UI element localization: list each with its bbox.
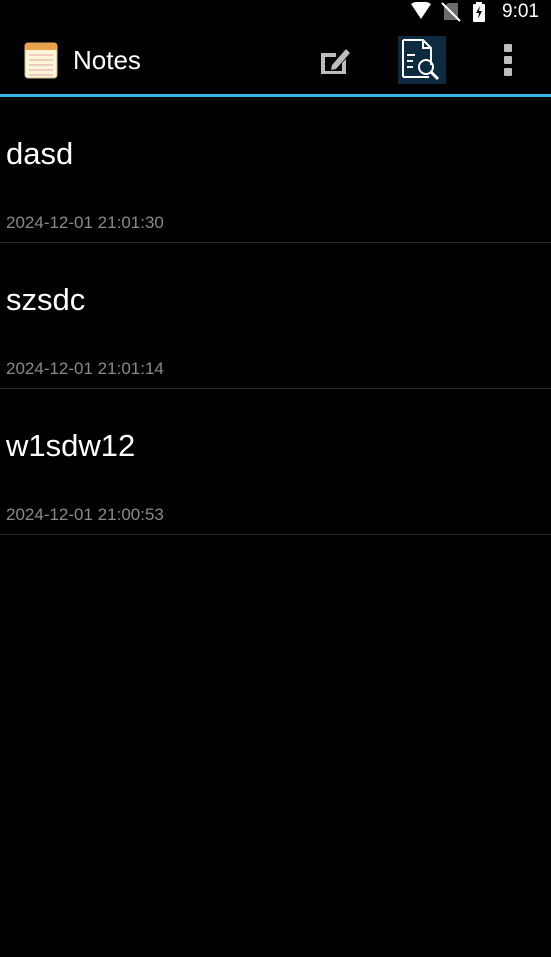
overflow-menu-button[interactable] bbox=[484, 36, 532, 84]
new-note-button[interactable] bbox=[311, 36, 359, 84]
overflow-menu-icon bbox=[504, 44, 512, 76]
status-bar: 9:01 bbox=[0, 0, 551, 24]
note-title: dasd bbox=[6, 136, 74, 171]
page-title: Notes bbox=[73, 45, 141, 75]
wifi-icon bbox=[411, 2, 432, 19]
note-title: w1sdw12 bbox=[6, 428, 136, 463]
no-sim-icon bbox=[441, 2, 461, 22]
status-time: 9:01 bbox=[502, 1, 539, 22]
note-date: 2024-12-01 21:01:14 bbox=[6, 359, 164, 378]
notes-screen: 9:01 Notes dasd 2024-12-01 21:01:30 szsd… bbox=[0, 0, 551, 957]
note-date: 2024-12-01 21:00:53 bbox=[6, 505, 164, 524]
search-document-icon bbox=[402, 39, 440, 81]
note-date: 2024-12-01 21:01:30 bbox=[6, 213, 164, 232]
list-item[interactable]: szsdc 2024-12-01 21:01:14 bbox=[0, 243, 551, 389]
action-bar: Notes bbox=[0, 24, 551, 97]
note-title: szsdc bbox=[6, 282, 86, 317]
notepad-icon[interactable] bbox=[24, 41, 58, 79]
list-item[interactable]: w1sdw12 2024-12-01 21:00:53 bbox=[0, 389, 551, 535]
battery-charging-icon bbox=[473, 2, 486, 22]
list-item[interactable]: dasd 2024-12-01 21:01:30 bbox=[0, 97, 551, 243]
compose-icon bbox=[321, 49, 350, 74]
search-notes-button[interactable] bbox=[398, 36, 446, 84]
notes-list: dasd 2024-12-01 21:01:30 szsdc 2024-12-0… bbox=[0, 97, 551, 535]
